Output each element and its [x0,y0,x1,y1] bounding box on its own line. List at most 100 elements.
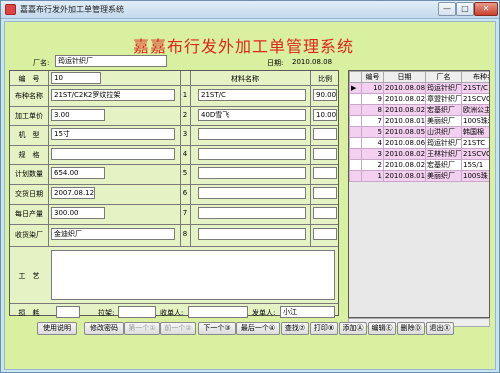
fabric-name-input[interactable]: 21ST/C2K2罗纹拉架 [51,89,175,101]
table-cell[interactable]: 2010.08.02 [383,159,426,171]
table-cell[interactable]: 美丽织厂 [425,170,462,182]
material-input-5[interactable] [198,167,306,179]
table-cell[interactable]: 5 [361,126,384,138]
table-cell[interactable]: 100S珠 [461,170,489,182]
table-cell[interactable]: 山洪织厂 [425,126,462,138]
table-cell[interactable]: 宏基织厂 [425,159,462,171]
ratio-input-3[interactable] [313,128,337,140]
first-record-button[interactable]: 第一个① [124,322,160,335]
ratio-input-4[interactable] [313,148,337,160]
table-cell[interactable]: 100S珠地 [461,115,489,127]
row-indicator[interactable] [349,126,362,138]
order-list-grid[interactable]: 编号 日期 厂名 布种名 ▶102010.08.08筠运针织厂21ST/C920… [348,70,490,318]
table-row[interactable]: 5 2010.08.05 山洪织厂 韩国棉 [349,126,489,138]
spec-input[interactable] [51,148,175,160]
add-button[interactable]: 添加Ⓐ [339,322,367,335]
factory-input[interactable]: 筠运针织厂 [55,55,167,67]
craft-textarea[interactable] [51,250,335,300]
table-row[interactable]: 4 2010.08.06 筠运针织厂 21STC [349,137,489,149]
table-cell[interactable]: 2010.08.06 [383,137,426,149]
table-cell[interactable]: 2010.08.02 [383,93,426,105]
grid-header-factory[interactable]: 厂名 [425,71,462,83]
table-cell[interactable]: 21STC [461,137,489,149]
print-button[interactable]: 打印⑧ [310,322,338,335]
material-input-7[interactable] [198,207,306,219]
table-row[interactable]: 1 2010.08.01 美丽织厂 100S珠 [349,170,489,182]
table-cell[interactable]: 章盟针织厂 [425,93,462,105]
close-button[interactable]: ✕ [474,2,498,16]
material-input-2[interactable]: 40D雪飞 [198,109,306,121]
table-cell[interactable]: 2010.08.05 [383,126,426,138]
dyehouse-input[interactable]: 金迪织厂 [51,228,175,240]
table-cell[interactable]: 21SCVC [461,148,489,160]
table-cell[interactable]: 8 [361,104,384,116]
table-cell[interactable]: 9 [361,93,384,105]
exit-button[interactable]: 退出Ⓧ [426,322,454,335]
material-input-8[interactable] [198,228,306,240]
delivery-date-input[interactable]: 2007.08.12 [51,187,95,199]
loss-input[interactable] [56,306,80,318]
table-cell[interactable]: 筠运针织厂 [425,137,462,149]
planned-quantity-input[interactable]: 654.00 [51,167,105,179]
daily-output-input[interactable]: 300.00 [51,207,105,219]
material-input-1[interactable]: 21ST/C [198,89,306,101]
table-cell[interactable]: 筠运针织厂 [425,82,462,94]
table-row[interactable]: ▶ 10 2010.08.08 筠运针织厂 21ST/C [349,82,489,94]
table-cell[interactable]: 2010.08.02 [383,148,426,160]
row-indicator[interactable] [349,104,362,116]
table-cell[interactable]: 王林针织厂 [425,148,462,160]
row-indicator[interactable] [349,159,362,171]
ratio-input-6[interactable] [313,187,337,199]
table-cell[interactable]: 15S/1 [461,159,489,171]
grid-header-number[interactable]: 编号 [361,71,384,83]
edit-button[interactable]: 编辑Ⓔ [368,322,396,335]
table-cell[interactable]: 2010.08.01 [383,170,426,182]
row-indicator[interactable] [349,170,362,182]
ratio-input-7[interactable] [313,207,337,219]
table-row[interactable]: 2 2010.08.02 宏基织厂 15S/1 [349,159,489,171]
sender-input[interactable]: 小江 [280,306,335,318]
table-cell[interactable]: 21SCVC [461,93,489,105]
ratio-input-8[interactable] [313,228,337,240]
material-input-4[interactable] [198,148,306,160]
table-cell[interactable]: 美丽织厂 [425,115,462,127]
material-input-6[interactable] [198,187,306,199]
frame-input[interactable] [118,306,156,318]
table-cell[interactable]: 3 [361,148,384,160]
number-input[interactable]: 10 [51,72,101,84]
change-password-button[interactable]: 修改密码 [84,322,124,335]
table-row[interactable]: 72010.08.01美丽织厂100S珠地 [349,115,489,127]
row-indicator[interactable] [349,93,362,105]
unit-price-input[interactable]: 3.00 [51,109,105,121]
table-cell[interactable]: 欧洲公主 [461,104,489,116]
table-cell[interactable]: 21ST/C [461,82,489,94]
table-cell[interactable]: 4 [361,137,384,149]
find-button[interactable]: 查找⑦ [281,322,309,335]
previous-record-button[interactable]: 前一个② [160,322,196,335]
ratio-input-2[interactable]: 10.00 [313,109,337,121]
table-cell[interactable]: 韩国棉 [461,126,489,138]
table-row[interactable]: 8 2010.08.02 宏基织厂 欧洲公主 [349,104,489,116]
grid-header-date[interactable]: 日期 [383,71,426,83]
table-cell[interactable]: 7 [361,115,384,127]
material-input-3[interactable] [198,128,306,140]
row-indicator[interactable] [349,148,362,160]
maximize-button[interactable]: □ [456,2,474,16]
minimize-button[interactable]: — [438,2,456,16]
table-cell[interactable]: 2010.08.08 [383,82,426,94]
grid-header-fabric[interactable]: 布种名 [461,71,489,83]
row-indicator[interactable] [349,137,362,149]
table-cell[interactable]: 2 [361,159,384,171]
ratio-input-1[interactable]: 90.00 [313,89,337,101]
next-record-button[interactable]: 下一个③ [198,322,236,335]
ratio-input-5[interactable] [313,167,337,179]
table-row[interactable]: 9 2010.08.02 章盟针织厂 21SCVC [349,93,489,105]
machine-type-input[interactable]: 15寸 [51,128,175,140]
row-indicator[interactable] [349,115,362,127]
last-record-button[interactable]: 最后一个④ [236,322,280,335]
receiver-input[interactable] [188,306,248,318]
delete-button[interactable]: 删除Ⓓ [397,322,425,335]
table-cell[interactable]: 2010.08.01 [383,115,426,127]
table-cell[interactable]: 1 [361,170,384,182]
table-cell[interactable]: 宏基织厂 [425,104,462,116]
